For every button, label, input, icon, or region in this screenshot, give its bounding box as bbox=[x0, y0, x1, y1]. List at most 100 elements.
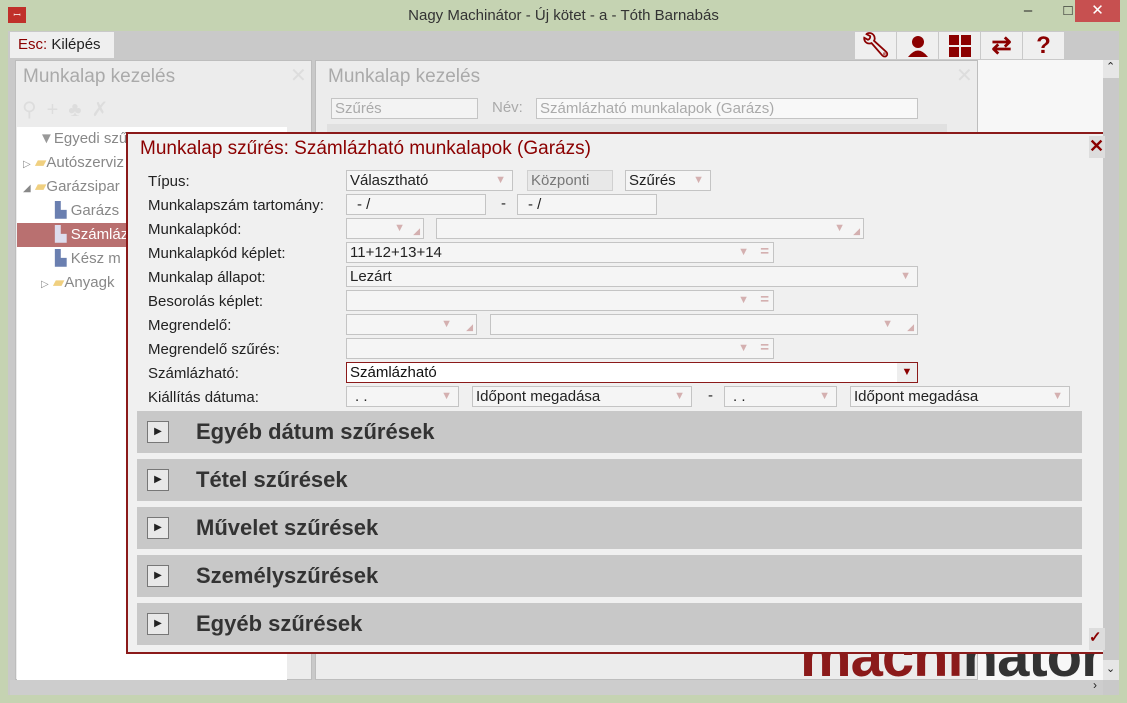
filter-dialog: Munkalap szűrés: Számlázható munkalapok … bbox=[126, 132, 1105, 654]
besorolas-field[interactable]: ▼ = bbox=[346, 290, 774, 311]
wrench-icon: 🔧︎ bbox=[860, 32, 891, 59]
left-panel-title: Munkalap kezelés bbox=[23, 66, 176, 87]
section-egyeb-datum[interactable]: ▶ Egyéb dátum szűrések bbox=[137, 411, 1082, 453]
megrszures-field[interactable]: ▼ = bbox=[346, 338, 774, 359]
tipus-select[interactable]: Választható ▼ bbox=[346, 170, 513, 191]
section-muvelet[interactable]: ▶ Művelet szűrések bbox=[137, 507, 1082, 549]
minimize-button[interactable]: ‒ bbox=[1008, 0, 1048, 22]
name-label: Név: bbox=[492, 99, 523, 116]
layout-button[interactable] bbox=[939, 32, 980, 59]
title-bar: ꟷ Nagy Machinátor - Új kötet - a - Tóth … bbox=[0, 0, 1127, 32]
label-tipus: Típus: bbox=[148, 173, 190, 190]
grid-icon bbox=[948, 34, 971, 57]
unpin-icon[interactable]: ✗ bbox=[91, 99, 118, 121]
folder-icon: ▰ bbox=[34, 154, 47, 171]
label-allapot: Munkalap állapot: bbox=[148, 269, 266, 286]
chevron-down-icon: ▼ bbox=[738, 342, 749, 354]
megrendelo-combo[interactable]: ▼ ◢ bbox=[346, 314, 477, 335]
chevron-down-icon: ▼ bbox=[897, 363, 917, 382]
label-szamlazhato: Számlázható: bbox=[148, 365, 239, 382]
szures-select[interactable]: Szűrés ▼ bbox=[625, 170, 711, 191]
add-icon[interactable]: + bbox=[47, 99, 69, 121]
expand-icon: ▶ bbox=[147, 613, 169, 635]
right-panel-title: Munkalap kezelés bbox=[328, 66, 481, 87]
section-tetel[interactable]: ▶ Tétel szűrések bbox=[137, 459, 1082, 501]
chevron-down-icon: ▼ bbox=[441, 318, 452, 330]
monitor-icon: ▙ bbox=[55, 250, 67, 267]
kod-combo[interactable]: ▼ ◢ bbox=[346, 218, 424, 239]
allapot-select[interactable]: Lezárt ▼ bbox=[346, 266, 918, 287]
exit-label: Kilépés bbox=[51, 36, 101, 53]
window-title: Nagy Machinátor - Új kötet - a - Tóth Ba… bbox=[408, 7, 719, 24]
expand-icon: ▶ bbox=[147, 565, 169, 587]
section-egyeb[interactable]: ▶ Egyéb szűrések bbox=[137, 603, 1082, 645]
search-icon[interactable]: ⚲ bbox=[22, 99, 47, 121]
chevron-down-icon: ▼ bbox=[738, 294, 749, 306]
monitor-icon: ▙ bbox=[55, 202, 67, 219]
date-range-dash: - bbox=[708, 387, 713, 404]
user-button[interactable] bbox=[897, 32, 938, 59]
help-icon: ? bbox=[1036, 31, 1051, 59]
chevron-down-icon: ▼ bbox=[1052, 390, 1063, 402]
expand-icon: ▶ bbox=[147, 469, 169, 491]
user-icon bbox=[907, 35, 928, 57]
chevron-down-icon: ▼ bbox=[394, 222, 405, 234]
label-besorolas: Besorolás képlet: bbox=[148, 293, 264, 310]
chevron-down-icon: ▼ bbox=[441, 390, 452, 402]
expand-icon: ▶ bbox=[147, 421, 169, 443]
close-button[interactable]: ✕ bbox=[1075, 0, 1120, 22]
exit-button[interactable]: Esc: Kilépés bbox=[10, 32, 114, 58]
date-to-field[interactable]: . . ▼ bbox=[724, 386, 837, 407]
settings-button[interactable]: 🔧︎ bbox=[855, 32, 896, 59]
left-panel-close-button[interactable]: ✕ bbox=[290, 63, 307, 88]
equals-icon: = bbox=[760, 291, 769, 308]
folder-icon: ▰ bbox=[34, 178, 47, 195]
vertical-scrollbar[interactable]: ⌃ ⌄ bbox=[1103, 60, 1119, 680]
label-szam: Munkalapszám tartomány: bbox=[148, 197, 324, 214]
esc-key: Esc: bbox=[18, 36, 48, 53]
chevron-down-icon: ▼ bbox=[495, 174, 506, 186]
label-megrszures: Megrendelő szűrés: bbox=[148, 341, 280, 358]
chevron-down-icon: ▼ bbox=[819, 390, 830, 402]
kodkeplet-field[interactable]: 11+12+13+14 ▼ = bbox=[346, 242, 774, 263]
confirm-button[interactable]: ✓ bbox=[1089, 628, 1105, 650]
szam-to-field[interactable]: - / bbox=[517, 194, 657, 215]
kod-name-combo[interactable]: ▼ ◢ bbox=[436, 218, 864, 239]
time-from-select[interactable]: Időpont megadása ▼ bbox=[472, 386, 692, 407]
section-szemely[interactable]: ▶ Személyszűrések bbox=[137, 555, 1082, 597]
szam-from-field[interactable]: - / bbox=[346, 194, 486, 215]
dialog-title: Munkalap szűrés: Számlázható munkalapok … bbox=[140, 138, 591, 159]
monitor-icon: ▙ bbox=[55, 226, 67, 243]
megrendelo-name-combo[interactable]: ▼ ◢ bbox=[490, 314, 918, 335]
scroll-up-icon[interactable]: ⌃ bbox=[1106, 60, 1115, 73]
swap-button[interactable]: ⇄ bbox=[981, 32, 1022, 59]
swap-icon: ⇄ bbox=[991, 32, 1012, 59]
kozponti-field: Központi bbox=[527, 170, 613, 191]
scroll-down-icon[interactable]: ⌄ bbox=[1106, 662, 1115, 675]
chevron-down-icon: ▼ bbox=[882, 318, 893, 330]
label-kiallitas: Kiállítás dátuma: bbox=[148, 389, 259, 406]
panel-tools: ⚲+♣✗ bbox=[22, 97, 118, 122]
chevron-down-icon: ▼ bbox=[674, 390, 685, 402]
chevron-down-icon: ▼ bbox=[834, 222, 845, 234]
filter-icon: ▼ bbox=[39, 130, 54, 147]
label-kod: Munkalapkód: bbox=[148, 221, 242, 238]
folder-icon: ▰ bbox=[52, 274, 65, 291]
chevron-down-icon: ▼ bbox=[693, 174, 704, 186]
filter-field[interactable]: Szűrés bbox=[331, 98, 478, 119]
date-from-field[interactable]: . . ▼ bbox=[346, 386, 459, 407]
dialog-close-button[interactable]: ✕ bbox=[1089, 136, 1105, 158]
label-kodkeplet: Munkalapkód képlet: bbox=[148, 245, 286, 262]
time-to-select[interactable]: Időpont megadása ▼ bbox=[850, 386, 1070, 407]
range-dash: - bbox=[501, 195, 506, 212]
help-button[interactable]: ? bbox=[1023, 32, 1064, 59]
chevron-down-icon: ▼ bbox=[900, 270, 911, 282]
right-panel-close-button[interactable]: ✕ bbox=[956, 63, 973, 88]
tree-icon[interactable]: ♣ bbox=[68, 99, 91, 121]
equals-icon: = bbox=[760, 339, 769, 356]
szamlazhato-select[interactable]: Számlázható ▼ bbox=[346, 362, 918, 383]
label-megrendelo: Megrendelő: bbox=[148, 317, 232, 334]
scroll-thumb[interactable] bbox=[1103, 78, 1119, 660]
name-field[interactable]: Számlázható munkalapok (Garázs) bbox=[536, 98, 918, 119]
expand-icon: ▶ bbox=[147, 517, 169, 539]
